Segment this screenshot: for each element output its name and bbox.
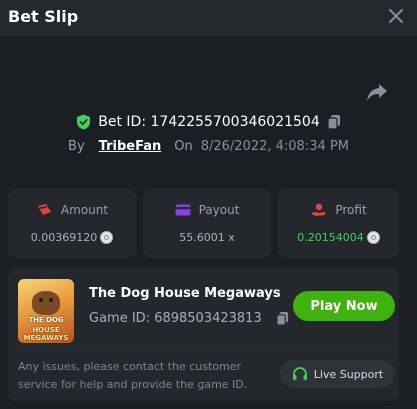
thumbnail-title-line1: THE DOG [28, 316, 64, 324]
close-icon[interactable] [387, 7, 405, 25]
page-title: Bet Slip [8, 7, 79, 26]
bet-datetime: 8/26/2022, 4:08:34 PM [200, 138, 349, 154]
share-icon[interactable] [366, 82, 388, 102]
game-id-text: Game ID: 6898503423813 [89, 311, 262, 326]
amount-label: Amount [60, 203, 109, 217]
game-name: The Dog House Megaways [89, 286, 281, 301]
dog-icon [32, 291, 60, 315]
bet-id-label: Bet ID: [98, 114, 147, 130]
coin-icon [100, 231, 114, 244]
on-label: On [174, 138, 193, 154]
amount-value: 0.00369120 [30, 231, 98, 244]
live-support-button[interactable]: Live Support [280, 360, 395, 388]
amount-card: Amount 0.00369120 [8, 189, 136, 258]
coin-icon [366, 231, 380, 244]
play-now-button[interactable]: Play Now [293, 291, 395, 321]
profit-card: Profit 0.20154004 [278, 189, 399, 258]
verified-shield-icon [77, 114, 91, 130]
profit-icon [311, 203, 326, 216]
wallet-icon [175, 204, 191, 216]
game-thumbnail[interactable]: THE DOG HOUSE MEGAWAYS [18, 279, 74, 343]
bet-id-text: Bet ID: 1742255700346021504 [98, 114, 320, 130]
payout-label: Payout [198, 203, 240, 217]
support-notice: Any issues, please contact the customer … [18, 360, 248, 391]
bet-id-value: 1742255700346021504 [150, 114, 320, 130]
payout-value: 55.6001 x [179, 231, 235, 244]
profit-value: 0.20154004 [297, 231, 364, 244]
header-bar: Bet Slip [0, 0, 417, 36]
profit-label: Profit [335, 203, 367, 217]
bet-amount-icon [37, 204, 51, 215]
bet-id-row: Bet ID: 1742255700346021504 [0, 110, 417, 134]
game-id-row: Game ID: 6898503423813 [89, 311, 289, 326]
bettor-row: By TribeFan On 8/26/2022, 4:08:34 PM [0, 136, 417, 156]
payout-card: Payout 55.6001 x [143, 189, 271, 258]
copy-icon[interactable] [276, 311, 289, 326]
bettor-username-link[interactable]: TribeFan [99, 139, 162, 154]
divider [18, 347, 390, 348]
thumbnail-title-line2: HOUSE MEGAWAYS [23, 326, 69, 342]
by-label: By [68, 138, 85, 154]
game-card: THE DOG HOUSE MEGAWAYS The Dog House Meg… [8, 268, 399, 401]
live-support-label: Live Support [313, 367, 384, 381]
headset-icon [292, 366, 307, 380]
copy-icon[interactable] [327, 114, 341, 130]
